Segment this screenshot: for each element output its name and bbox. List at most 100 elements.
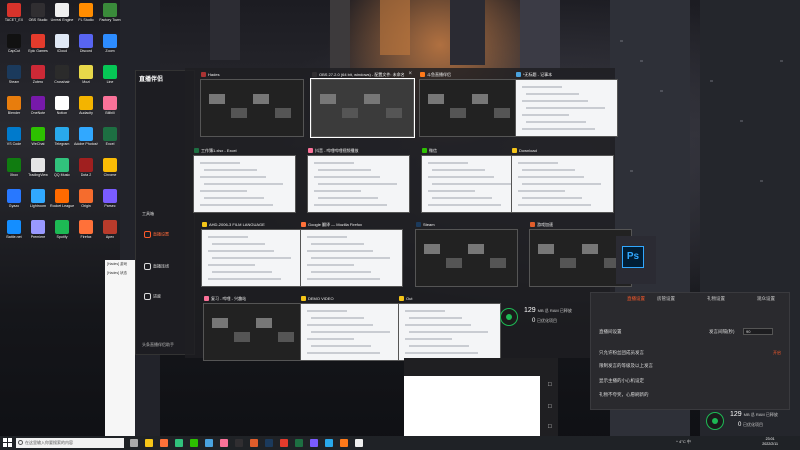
- desktop-shortcut[interactable]: iCloud: [50, 33, 74, 63]
- task-view-window[interactable]: Steam: [415, 220, 518, 287]
- desktop-shortcut[interactable]: Unreal Engine: [50, 2, 74, 32]
- photoshop-window-tile[interactable]: Ps: [616, 236, 656, 284]
- desktop-shortcut[interactable]: Crosshair: [50, 64, 74, 94]
- folder-icon[interactable]: ☐: [548, 424, 552, 430]
- desktop-shortcut[interactable]: QQ Music: [50, 157, 74, 187]
- live-settings-popup[interactable]: 直播设置 房管设置 礼物设置 观众设置 直播间设置 发言间隔(秒) 90 只允许…: [590, 292, 790, 410]
- task-view-window[interactable]: Download: [511, 146, 614, 213]
- desktop-shortcut[interactable]: Rocket League: [50, 188, 74, 218]
- desktop-shortcut[interactable]: Blender: [2, 95, 26, 125]
- desktop-shortcut[interactable]: Battle.net: [2, 219, 26, 249]
- desktop-shortcut[interactable]: TACET_EX: [2, 2, 26, 32]
- taskbar-search-input[interactable]: 在这里输入你要搜索的内容: [16, 438, 124, 448]
- task-view-window[interactable]: 工作簿1.xlsx - Excel: [193, 146, 296, 213]
- folder-icon[interactable]: ☐: [548, 382, 552, 388]
- task-view-window[interactable]: Out: [398, 294, 501, 361]
- desktop-shortcut[interactable]: Discord: [74, 33, 98, 63]
- app-icon: [103, 3, 117, 17]
- desktop-shortcut[interactable]: Premiere: [26, 219, 50, 249]
- desktop-shortcut[interactable]: Epic Games: [26, 33, 50, 63]
- system-tray[interactable]: ^ 4°C 中: [676, 439, 691, 445]
- desktop-shortcut[interactable]: Zoom: [98, 33, 122, 63]
- desktop-shortcut[interactable]: Adobe Photoshop: [74, 126, 98, 156]
- desktop-shortcut[interactable]: Spotify: [50, 219, 74, 249]
- desktop-shortcut[interactable]: Lightroom: [26, 188, 50, 218]
- taskbar-app-icon[interactable]: [355, 439, 363, 447]
- desktop-shortcut[interactable]: Steam: [2, 64, 26, 94]
- task-view-window[interactable]: *无标题 - 记事本: [515, 70, 618, 137]
- taskbar-app-icon[interactable]: [235, 439, 243, 447]
- taskbar-app-icon[interactable]: [160, 439, 168, 447]
- taskbar-app-icon[interactable]: [130, 439, 138, 447]
- task-view-window[interactable]: AHD-2006-3 FILM LANGUAGE: [201, 220, 304, 287]
- task-view-window[interactable]: 抖音 - 哔哩哔哩视频播放: [307, 146, 410, 213]
- background-text-window[interactable]: [Hades] 游戏 [Hades] 状态: [105, 260, 135, 436]
- taskbar-app-icon[interactable]: [340, 439, 348, 447]
- taskbar-app-icon[interactable]: [295, 439, 303, 447]
- content-line: [311, 317, 364, 319]
- task-view-window[interactable]: DEMO VIDEO: [300, 294, 403, 361]
- desktop-shortcut[interactable]: Notion: [50, 95, 74, 125]
- desktop-shortcut[interactable]: Xbox: [2, 157, 26, 187]
- file-explorer-window[interactable]: ☐ ☐ ☐: [404, 358, 558, 438]
- task-view-window[interactable]: 斗鱼直播伴侣: [419, 70, 522, 137]
- taskbar-app-icon[interactable]: [280, 439, 288, 447]
- shortcut-label: Crosshair: [54, 80, 70, 84]
- desktop-shortcut[interactable]: Parsec: [98, 188, 122, 218]
- taskbar-app-icon[interactable]: [145, 439, 153, 447]
- shortcut-label: FL Studio: [78, 18, 94, 22]
- desktop-shortcut[interactable]: FL Studio: [74, 2, 98, 32]
- desktop-shortcut[interactable]: Zotero: [26, 64, 50, 94]
- desktop-shortcut[interactable]: Bilibili: [98, 95, 122, 125]
- taskbar-app-icon[interactable]: [310, 439, 318, 447]
- task-view-window[interactable]: 微信: [421, 146, 524, 213]
- desktop-shortcut[interactable]: OBS Studio: [26, 2, 50, 32]
- task-view-window[interactable]: OBS 27.2.0 (64 bit, windows) - 配置文件: 未命名…: [310, 70, 415, 138]
- desktop-shortcut[interactable]: Mozi: [74, 64, 98, 94]
- taskbar-app-icon[interactable]: [265, 439, 273, 447]
- app-icon: [79, 96, 93, 110]
- taskbar-app-icon[interactable]: [205, 439, 213, 447]
- tab-moderator[interactable]: 房管设置: [657, 296, 675, 302]
- content-line: [307, 310, 347, 312]
- close-icon[interactable]: ×: [408, 70, 412, 79]
- desktop-shortcut[interactable]: Dota 2: [74, 157, 98, 187]
- desktop-shortcut[interactable]: CapCut: [2, 33, 26, 63]
- content-line: [432, 169, 485, 171]
- desktop-shortcut[interactable]: Line: [98, 64, 122, 94]
- task-view-window[interactable]: Google 翻译 — Mozilla Firefox: [300, 220, 403, 287]
- desktop-shortcut[interactable]: TradingView: [26, 157, 50, 187]
- taskbar-app-icon[interactable]: [325, 439, 333, 447]
- desktop-shortcut[interactable]: WeChat: [26, 126, 50, 156]
- taskbar-app-icon[interactable]: [175, 439, 183, 447]
- desktop-shortcut[interactable]: Chrome: [98, 157, 122, 187]
- tool-live-settings[interactable]: 直播设置: [144, 231, 169, 238]
- desktop-shortcut[interactable]: Apex: [98, 219, 122, 249]
- tab-viewer[interactable]: 观众设置: [757, 296, 775, 302]
- tab-gift[interactable]: 礼物设置: [707, 296, 725, 302]
- desktop-shortcut[interactable]: Excel: [98, 126, 122, 156]
- tool-connect[interactable]: 直播连线: [144, 263, 169, 270]
- taskbar-app-icon[interactable]: [190, 439, 198, 447]
- taskbar-app-icon[interactable]: [220, 439, 228, 447]
- desktop-shortcut[interactable]: Factory Town: [98, 2, 122, 32]
- taskbar-app-icon[interactable]: [250, 439, 258, 447]
- start-button[interactable]: [3, 438, 13, 448]
- desktop-shortcut[interactable]: VS Code: [2, 126, 26, 156]
- desktop-shortcut[interactable]: OneNote: [26, 95, 50, 125]
- content-line: [428, 176, 494, 178]
- fans-only-toggle[interactable]: 开启: [773, 350, 781, 356]
- tool-start[interactable]: 进度: [144, 293, 161, 300]
- task-view-window[interactable]: Hades: [200, 70, 304, 137]
- broadcast-icon: [144, 293, 151, 300]
- desktop-shortcut[interactable]: Audacity: [74, 95, 98, 125]
- desktop-shortcut[interactable]: Telegram: [50, 126, 74, 156]
- desktop-shortcut[interactable]: Gyazo: [2, 188, 26, 218]
- task-view-window[interactable]: 复习 - 哔哩 - 兴趣站: [203, 294, 306, 361]
- folder-icon[interactable]: ☐: [548, 404, 552, 410]
- tab-live-settings[interactable]: 直播设置: [627, 296, 645, 302]
- desktop-shortcut[interactable]: Origin: [74, 188, 98, 218]
- desktop-shortcut[interactable]: Firefox: [74, 219, 98, 249]
- clock[interactable]: 23:01 2022/2/11: [762, 437, 778, 447]
- interval-input[interactable]: 90: [743, 328, 773, 335]
